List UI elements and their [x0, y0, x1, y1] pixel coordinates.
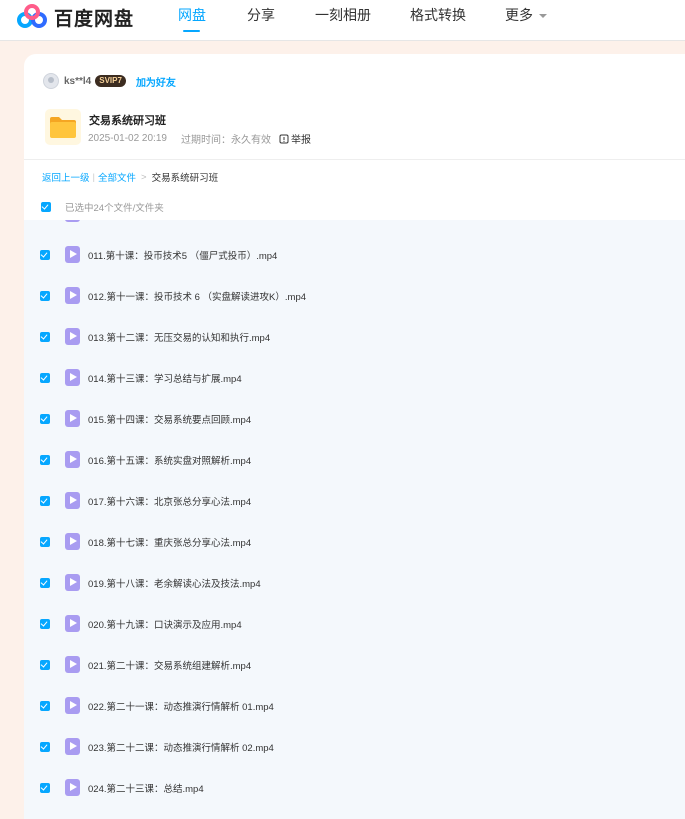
file-checkbox[interactable]	[40, 741, 50, 752]
nav-active-indicator	[183, 30, 200, 32]
avatar[interactable]	[43, 73, 59, 89]
logo-text: 百度网盘	[54, 8, 135, 30]
video-file-icon	[65, 779, 80, 796]
share-date: 2025-01-02 20:19	[88, 133, 167, 144]
file-name[interactable]: 024.第二十三课：总结.mp4	[88, 781, 204, 795]
vip-badge: SVIP7	[95, 75, 126, 87]
report-button[interactable]: 举报	[279, 131, 311, 146]
file-name[interactable]: 013.第十二课：无压交易的认知和执行.mp4	[88, 330, 270, 344]
file-row[interactable]: 013.第十二课：无压交易的认知和执行.mp4	[24, 316, 685, 357]
sharer-info: ks**l4 SVIP7 加为好友	[43, 72, 176, 90]
breadcrumb-all-files[interactable]: 全部文件	[98, 170, 136, 184]
file-checkbox[interactable]	[40, 495, 50, 506]
nav-format-convert[interactable]: 格式转换	[410, 6, 466, 24]
breadcrumb-current: 交易系统研习班	[151, 173, 219, 184]
file-name[interactable]: 014.第十三课：学习总结与扩展.mp4	[88, 371, 242, 385]
file-name[interactable]: 011.第十课：投币技术5 （僵尸式投币）.mp4	[88, 248, 277, 262]
file-name[interactable]: 023.第二十二课：动态推演行情解析 02.mp4	[88, 740, 274, 754]
file-name[interactable]: 019.第十八课：老余解读心法及技法.mp4	[88, 576, 261, 590]
divider	[24, 159, 685, 160]
nav-more-label: 更多	[505, 7, 533, 23]
add-friend-button[interactable]: 加为好友	[136, 74, 176, 89]
top-nav: 百度网盘 网盘 分享 一刻相册 格式转换 更多	[0, 0, 685, 41]
video-file-icon	[65, 410, 80, 427]
video-file-icon	[65, 574, 80, 591]
cloud-logo-icon	[17, 4, 47, 28]
video-file-icon	[65, 656, 80, 673]
file-name[interactable]: 015.第十四课：交易系统要点回顾.mp4	[88, 412, 251, 426]
file-row[interactable]: 018.第十七课：重庆张总分享心法.mp4	[24, 521, 685, 562]
file-row[interactable]: 017.第十六课：北京张总分享心法.mp4	[24, 480, 685, 521]
file-name[interactable]: 018.第十七课：重庆张总分享心法.mp4	[88, 535, 251, 549]
video-file-icon	[65, 220, 80, 222]
file-row[interactable]: 024.第二十三课：总结.mp4	[24, 767, 685, 808]
video-file-icon	[65, 451, 80, 468]
select-all-row: 已选中24个文件/文件夹	[41, 200, 164, 214]
file-checkbox[interactable]	[40, 782, 50, 793]
file-checkbox[interactable]	[40, 577, 50, 588]
breadcrumb-arrow: >	[141, 171, 147, 183]
report-label: 举报	[290, 135, 311, 146]
file-row[interactable]: 019.第十八课：老余解读心法及技法.mp4	[24, 562, 685, 603]
video-file-icon	[65, 697, 80, 714]
video-file-icon	[65, 369, 80, 386]
file-row[interactable]: 012.第十一课：投币技术 6 （实盘解读进攻K）.mp4	[24, 275, 685, 316]
file-checkbox[interactable]	[40, 618, 50, 629]
share-panel: ks**l4 SVIP7 加为好友 交易系统研习班 2025-01-02 20:…	[24, 54, 685, 819]
share-meta: 2025-01-02 20:19 过期时间：永久有效 举报	[88, 131, 311, 146]
file-checkbox[interactable]	[40, 290, 50, 301]
video-file-icon	[65, 246, 80, 263]
file-row[interactable]: 010.第九课：投币技术4（均衡型投币）.mp4	[24, 220, 685, 234]
file-checkbox[interactable]	[40, 372, 50, 383]
file-row[interactable]: 023.第二十二课：动态推演行情解析 02.mp4	[24, 726, 685, 767]
warning-icon	[279, 134, 289, 143]
file-row[interactable]: 011.第十课：投币技术5 （僵尸式投币）.mp4	[24, 234, 685, 275]
folder-icon	[45, 109, 81, 145]
video-file-icon	[65, 492, 80, 509]
file-name[interactable]: 012.第十一课：投币技术 6 （实盘解读进攻K）.mp4	[88, 289, 306, 303]
file-checkbox[interactable]	[40, 659, 50, 670]
share-title: 交易系统研习班	[89, 115, 166, 127]
file-row[interactable]: 021.第二十课：交易系统组建解析.mp4	[24, 644, 685, 685]
file-row[interactable]: 014.第十三课：学习总结与扩展.mp4	[24, 357, 685, 398]
video-file-icon	[65, 738, 80, 755]
file-checkbox[interactable]	[40, 700, 50, 711]
file-name[interactable]: 017.第十六课：北京张总分享心法.mp4	[88, 494, 251, 508]
breadcrumb-back[interactable]: 返回上一级	[42, 170, 90, 184]
file-row[interactable]: 015.第十四课：交易系统要点回顾.mp4	[24, 398, 685, 439]
file-checkbox[interactable]	[40, 413, 50, 424]
chevron-down-icon	[539, 14, 547, 19]
video-file-icon	[65, 287, 80, 304]
breadcrumb-separator: |	[92, 171, 95, 183]
file-row[interactable]: 022.第二十一课：动态推演行情解析 01.mp4	[24, 685, 685, 726]
file-checkbox[interactable]	[40, 536, 50, 547]
file-name[interactable]: 020.第十九课：口诀演示及应用.mp4	[88, 617, 242, 631]
baidu-netdisk-logo[interactable]: 百度网盘	[16, 3, 134, 31]
file-name[interactable]: 022.第二十一课：动态推演行情解析 01.mp4	[88, 699, 274, 713]
file-checkbox[interactable]	[40, 454, 50, 465]
file-name[interactable]: 021.第二十课：交易系统组建解析.mp4	[88, 658, 251, 672]
file-row[interactable]: 020.第十九课：口诀演示及应用.mp4	[24, 603, 685, 644]
file-row[interactable]: 016.第十五课：系统实盘对照解析.mp4	[24, 439, 685, 480]
file-name[interactable]: 016.第十五课：系统实盘对照解析.mp4	[88, 453, 251, 467]
file-checkbox[interactable]	[40, 249, 50, 260]
file-name[interactable]: 010.第九课：投币技术4（均衡型投币）.mp4	[88, 220, 275, 221]
video-file-icon	[65, 533, 80, 550]
selection-count: 已选中24个文件/文件夹	[65, 203, 164, 214]
nav-share[interactable]: 分享	[247, 6, 275, 24]
nav-album[interactable]: 一刻相册	[315, 6, 371, 24]
nav-netdisk[interactable]: 网盘	[178, 6, 206, 24]
file-checkbox[interactable]	[40, 331, 50, 342]
username[interactable]: ks**l4	[64, 76, 91, 87]
video-file-icon	[65, 615, 80, 632]
nav-more[interactable]: 更多	[505, 6, 547, 24]
breadcrumb: 返回上一级 | 全部文件 > 交易系统研习班	[42, 170, 219, 185]
file-list: 010.第九课：投币技术4（均衡型投币）.mp4 011.第十课：投币技术5 （僵…	[24, 220, 685, 819]
select-all-checkbox[interactable]	[41, 202, 51, 212]
video-file-icon	[65, 328, 80, 345]
share-expire: 过期时间：永久有效	[180, 135, 271, 146]
